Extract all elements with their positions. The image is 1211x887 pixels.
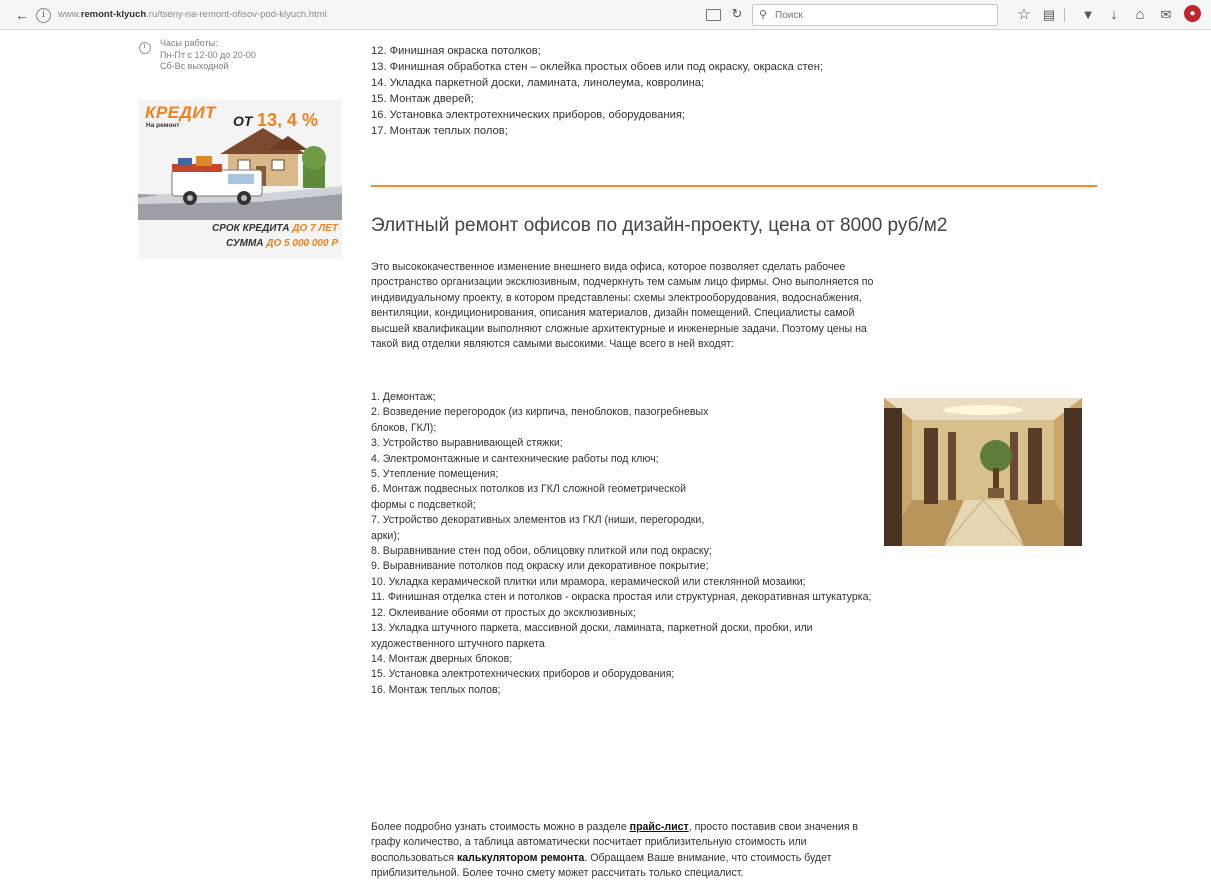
hours-title: Часы работы:: [160, 38, 218, 48]
banner-from-label: ОТ: [233, 113, 253, 129]
banner-term-label: СРОК КРЕДИТА: [211, 223, 290, 234]
top-list-item: 17. Монтаж теплых полов;: [371, 125, 508, 137]
clock-icon: [139, 42, 151, 54]
list-item: формы с подсветкой;: [371, 498, 476, 511]
list-item: 11. Финишная отделка стен и потолков - о…: [371, 591, 872, 604]
bookmark-star-icon[interactable]: ☆: [1014, 5, 1034, 25]
calculator-link[interactable]: калькулятором ремонта: [457, 852, 584, 864]
toolbar-separator: [1064, 8, 1065, 22]
office-interior-photo: [884, 398, 1082, 546]
intro-line: вентиляции, кондиционирования, описания …: [371, 307, 855, 320]
intro-line: пространство организации эксклюзивным, п…: [371, 276, 874, 289]
list-item: 3. Устройство выравнивающей стяжки;: [371, 437, 563, 450]
chat-icon[interactable]: ✉: [1156, 5, 1176, 25]
site-info-icon[interactable]: i: [36, 8, 51, 23]
banner-house-car-illustration: [138, 128, 342, 220]
top-list-item: 15. Монтаж дверей;: [371, 93, 474, 105]
banner-sum-value: ДО 5 000 000 Р: [266, 238, 338, 249]
list-item: 13. Укладка штучного паркета, массивной …: [371, 622, 813, 635]
bookmarks-library-icon[interactable]: ▤: [1039, 5, 1059, 25]
list-item: 7. Устройство декоративных элементов из …: [371, 514, 705, 527]
list-item: 5. Утепление помещения;: [371, 468, 499, 481]
list-item: блоков, ГКЛ);: [371, 421, 437, 434]
banner-title: КРЕДИТ: [145, 103, 217, 122]
outro-text: . Обращаем Ваше внимание, что стоимость …: [584, 851, 832, 864]
list-item: 12. Оклеивание обоями от простых до экск…: [371, 606, 636, 619]
list-item: художественного штучного паркета: [371, 637, 545, 650]
top-list-item: 12. Финишная окраска потолков;: [371, 45, 541, 57]
url-prefix: www.: [58, 9, 81, 20]
intro-paragraph: Это высококачественное изменение внешнег…: [371, 260, 873, 352]
top-list-item: 14. Укладка паркетной доски, ламината, л…: [371, 77, 705, 89]
outro-paragraph: Более подробно узнать стоимость можно в …: [371, 820, 858, 882]
list-item: 6. Монтаж подвесных потолков из ГКЛ слож…: [371, 483, 687, 496]
top-list-item: 16. Установка электротехнических приборо…: [371, 109, 686, 121]
addon-icon[interactable]: ●: [1184, 5, 1201, 22]
search-icon: ⚲: [759, 9, 768, 21]
browser-toolbar: ← i www.remont-klyuch.ru/tseny-na-remont…: [0, 0, 1211, 30]
url-domain: remont-klyuch: [80, 9, 147, 20]
download-icon[interactable]: ↓: [1104, 5, 1124, 25]
home-icon[interactable]: ⌂: [1130, 5, 1150, 25]
hours-weekend: Сб-Вс выходной: [160, 61, 229, 71]
list-item: 10. Укладка керамической плитки или мрам…: [371, 575, 806, 588]
url-bar[interactable]: www.remont-klyuch.ru/tseny-na-remont-ofi…: [58, 4, 698, 26]
list-item: 1. Демонтаж;: [371, 391, 436, 403]
banner-term-value: ДО 7 ЛЕТ: [292, 223, 338, 234]
price-list-link[interactable]: прайс-лист: [630, 821, 689, 833]
list-item: 2. Возведение перегородок (из кирпича, п…: [371, 406, 709, 419]
outro-text: приблизительной. Более точно смету может…: [371, 867, 744, 880]
list-item: 14. Монтаж дверных блоков;: [371, 652, 513, 665]
working-hours: Часы работы: Пн-Пт с 12-00 до 20-00 Сб-В…: [160, 38, 340, 73]
hours-weekdays: Пн-Пт с 12-00 до 20-00: [160, 49, 256, 60]
list-item: 15. Установка электротехнических приборо…: [371, 668, 675, 681]
credit-banner[interactable]: КРЕДИТ На ремонт квартиры ОТ 13, 4 % СРО…: [138, 100, 342, 259]
reload-icon[interactable]: ↻: [729, 6, 745, 22]
list-item: 4. Электромонтажные и сантехнические раб…: [371, 452, 659, 465]
url-path: .ru/tseny-na-remont-ofisov-pod-klyuch.ht…: [146, 9, 327, 20]
list-item: арки);: [371, 529, 400, 542]
banner-sum-label: СУММА: [226, 238, 264, 249]
outro-text: Более подробно узнать стоимость можно в …: [371, 821, 630, 833]
reader-view-icon[interactable]: [706, 9, 721, 21]
banner-term: СРОК КРЕДИТА ДО 7 ЛЕТ: [138, 223, 338, 234]
banner-sum: СУММА ДО 5 000 000 Р: [138, 238, 338, 249]
section-divider: [371, 185, 1097, 187]
list-item: 8. Выравнивание стен под обои, облицовку…: [371, 545, 712, 558]
list-item: 9. Выравнивание потолков под окраску или…: [371, 560, 709, 573]
outro-text: графу количество, а таблица автоматическ…: [371, 836, 807, 849]
outro-text: воспользоваться: [371, 851, 457, 864]
pocket-icon[interactable]: ▼: [1078, 5, 1098, 25]
section-heading: Элитный ремонт офисов по дизайн-проекту,…: [371, 215, 948, 236]
list-item: 16. Монтаж теплых полов;: [371, 683, 501, 696]
intro-line: высшей квалификации выполняют сложные ар…: [371, 322, 867, 335]
back-arrow-icon[interactable]: ←: [14, 7, 30, 23]
search-box[interactable]: ⚲: [752, 4, 998, 26]
top-list-item: 13. Финишная обработка стен – оклейка пр…: [371, 61, 824, 73]
outro-text: , просто поставив свои значения в: [688, 821, 859, 833]
intro-line: такой вид отделки являются самыми высоки…: [371, 338, 735, 351]
works-list: 1. Демонтаж; 2. Возведение перегородок (…: [371, 390, 871, 698]
intro-line: Это высококачественное изменение внешнег…: [371, 261, 846, 273]
intro-line: индивидуальному проекту, в котором предс…: [371, 291, 862, 304]
search-input[interactable]: [775, 7, 985, 23]
